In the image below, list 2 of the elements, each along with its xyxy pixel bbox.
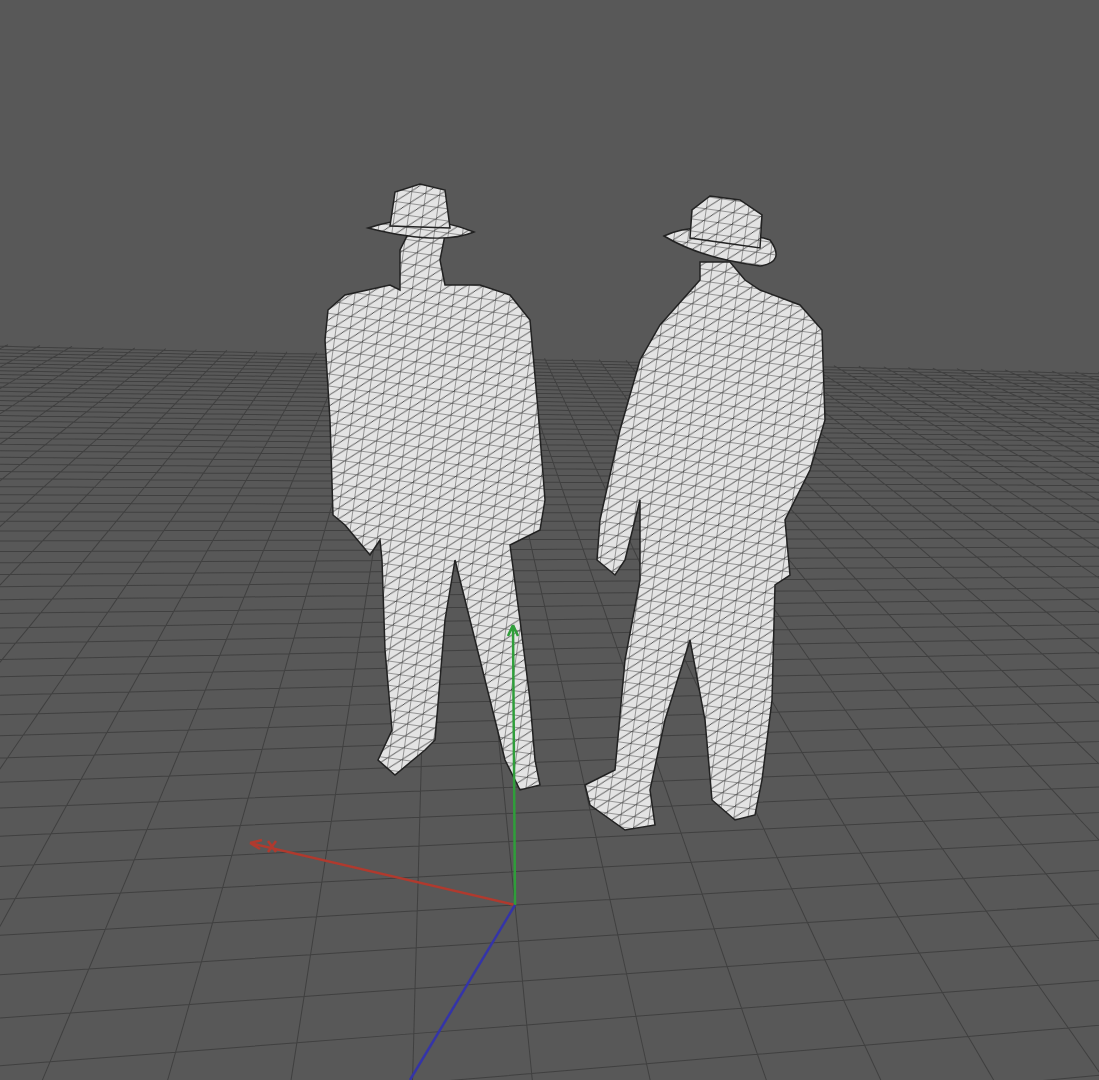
wireframe-figure-drawing[interactable] [324,183,546,791]
wireframe-figure-drawing[interactable] [584,195,826,831]
